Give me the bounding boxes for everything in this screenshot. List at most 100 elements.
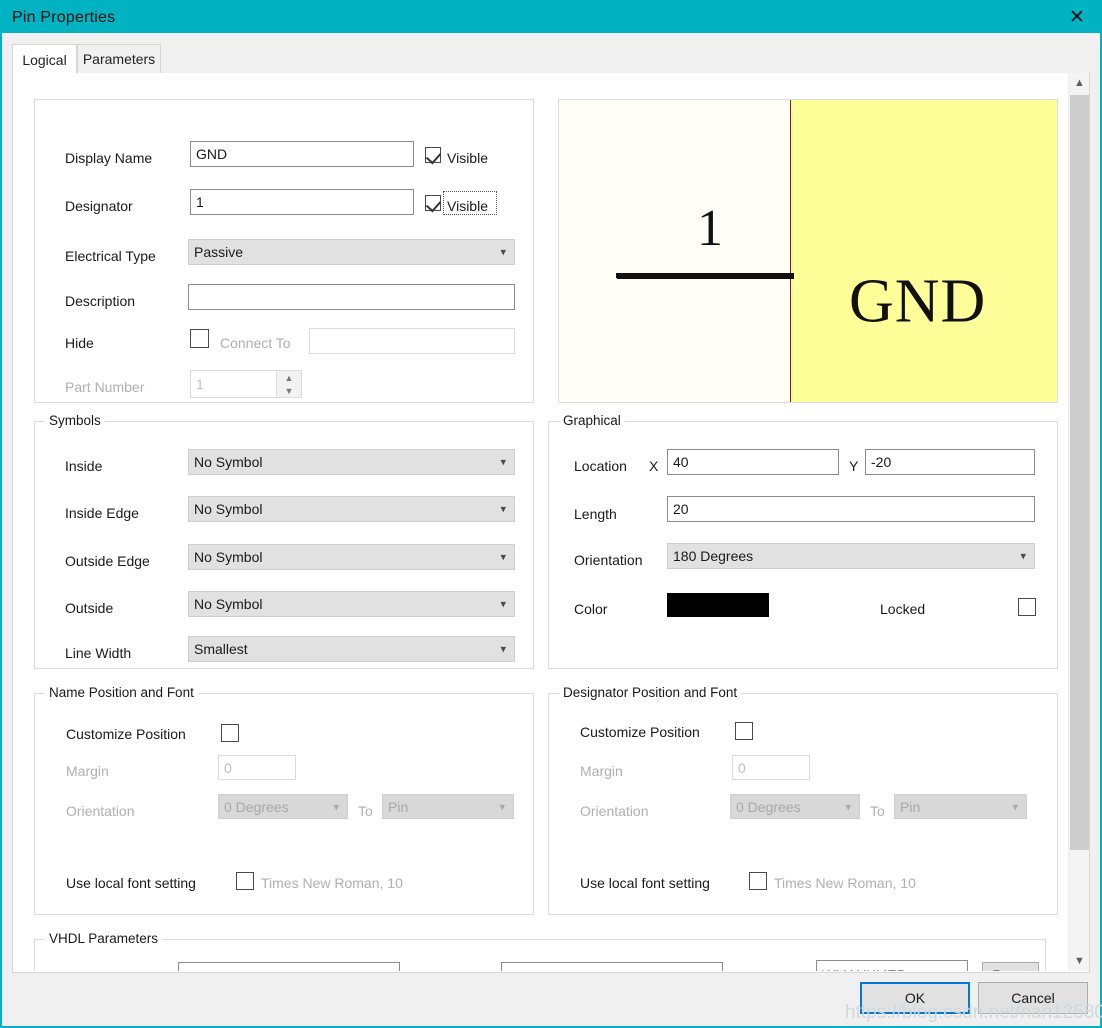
- name-margin-input[interactable]: 0: [218, 755, 296, 780]
- description-label: Description: [65, 293, 136, 309]
- length-label: Length: [574, 506, 617, 522]
- chevron-down-icon[interactable]: ▼: [1069, 951, 1089, 971]
- part-number-value: 1: [196, 376, 204, 392]
- designator-font-value: Times New Roman, 10: [774, 875, 916, 891]
- name-use-local-font-checkbox[interactable]: [236, 872, 254, 890]
- designator-customize-position-label: Customize Position: [580, 724, 700, 740]
- symbol-outside-edge-label: Outside Edge: [65, 553, 150, 569]
- tab-strip: Logical Parameters: [12, 44, 1090, 74]
- symbol-inside-edge-label: Inside Edge: [65, 505, 139, 521]
- symbol-inside-label: Inside: [65, 458, 103, 474]
- name-position-legend: Name Position and Font: [45, 685, 198, 700]
- symbol-outside-edge-value: No Symbol: [194, 549, 263, 565]
- line-width-combo[interactable]: Smallest ▾: [188, 636, 515, 662]
- name-to-combo[interactable]: Pin ▾: [382, 794, 514, 819]
- hide-label: Hide: [65, 335, 94, 351]
- orientation-combo[interactable]: 180 Degrees ▾: [667, 543, 1035, 569]
- chevron-down-icon: ▾: [499, 801, 505, 813]
- designator-to-label: To: [870, 803, 885, 819]
- name-to-value: Pin: [388, 798, 409, 815]
- designator-margin-label: Margin: [580, 763, 623, 779]
- designator-to-combo[interactable]: Pin ▾: [894, 794, 1027, 819]
- title-bar: Pin Properties ✕: [2, 2, 1100, 33]
- vhdl-formal-type-input[interactable]: [501, 962, 723, 971]
- designator-label: Designator: [65, 198, 133, 214]
- designator-visible-checkbox[interactable]: [425, 195, 441, 211]
- graphical-group-legend: Graphical: [559, 413, 625, 428]
- spin-up-icon[interactable]: ▲: [277, 371, 301, 384]
- symbol-outside-value: No Symbol: [194, 596, 263, 612]
- spin-down-icon[interactable]: ▼: [277, 384, 301, 397]
- tab-parameters-label: Parameters: [82, 51, 156, 67]
- designator-input[interactable]: 1: [190, 189, 414, 215]
- length-input[interactable]: 20: [667, 496, 1035, 522]
- location-y-input[interactable]: -20: [865, 449, 1035, 475]
- orientation-value: 180 Degrees: [673, 548, 754, 564]
- scrollbar-thumb[interactable]: [1070, 95, 1089, 850]
- part-number-spin-buttons[interactable]: ▲ ▼: [276, 371, 301, 397]
- designator-margin-input[interactable]: 0: [732, 755, 810, 780]
- description-input[interactable]: [188, 284, 515, 310]
- chevron-down-icon: ▾: [500, 246, 506, 259]
- connect-to-input[interactable]: [309, 328, 515, 354]
- chevron-down-icon: ▾: [500, 503, 506, 516]
- part-number-stepper[interactable]: 1 ▲ ▼: [190, 370, 302, 398]
- location-x-label: X: [649, 458, 659, 474]
- vhdl-parameters-group: VHDL Parameters Default Value Formal Typ…: [34, 931, 1046, 971]
- designator-position-legend: Designator Position and Font: [559, 685, 742, 700]
- symbols-group-legend: Symbols: [45, 413, 105, 428]
- symbol-outside-edge-combo[interactable]: No Symbol ▾: [188, 544, 515, 570]
- vhdl-formal-type-label: Formal Type: [409, 970, 487, 971]
- logical-fields-panel: Display Name GND Visible Designator 1 Vi…: [34, 99, 534, 403]
- designator-position-group: Designator Position and Font Customize P…: [548, 685, 1058, 915]
- symbol-inside-value: No Symbol: [194, 454, 263, 470]
- designator-use-local-font-checkbox[interactable]: [749, 872, 767, 890]
- designator-orientation-label: Orientation: [580, 803, 649, 819]
- symbol-inside-edge-combo[interactable]: No Symbol ▾: [188, 496, 515, 522]
- designator-customize-position-checkbox[interactable]: [735, 722, 753, 740]
- display-name-input[interactable]: GND: [190, 141, 414, 167]
- tab-content-logical: Display Name GND Visible Designator 1 Vi…: [12, 73, 1090, 973]
- chevron-up-icon[interactable]: ▲: [1069, 73, 1089, 93]
- electrical-type-value: Passive: [194, 244, 244, 260]
- location-label: Location: [574, 458, 627, 474]
- chevron-down-icon: ▾: [333, 801, 339, 813]
- preview-body-text: GND: [849, 267, 987, 336]
- locked-checkbox[interactable]: [1018, 598, 1036, 616]
- scroll-area: Display Name GND Visible Designator 1 Vi…: [13, 73, 1069, 971]
- pin-properties-dialog: Pin Properties ✕ Logical Parameters Disp…: [0, 0, 1102, 1028]
- designator-to-value: Pin: [900, 798, 921, 815]
- chevron-down-icon: ▾: [845, 801, 851, 813]
- tab-logical[interactable]: Logical: [12, 44, 77, 74]
- hide-checkbox[interactable]: [190, 329, 209, 348]
- vertical-scrollbar[interactable]: ▲ ▼: [1068, 73, 1089, 971]
- display-name-label: Display Name: [65, 150, 153, 166]
- location-x-input[interactable]: 40: [667, 449, 839, 475]
- designator-orientation-value: 0 Degrees: [736, 798, 801, 815]
- name-customize-position-checkbox[interactable]: [221, 724, 239, 742]
- close-icon[interactable]: ✕: [1054, 2, 1100, 33]
- name-orientation-combo[interactable]: 0 Degrees ▾: [218, 794, 348, 819]
- line-width-label: Line Width: [65, 645, 132, 661]
- designator-orientation-combo[interactable]: 0 Degrees ▾: [730, 794, 860, 819]
- designator-use-local-font-label: Use local font setting: [580, 875, 710, 891]
- display-name-visible-label: Visible: [447, 150, 488, 166]
- vhdl-default-value-input[interactable]: [178, 962, 400, 971]
- designator-visible-label: Visible: [447, 198, 488, 214]
- symbol-inside-combo[interactable]: No Symbol ▾: [188, 449, 515, 475]
- orientation-label: Orientation: [574, 552, 643, 568]
- vhdl-reset-label: Reset: [992, 967, 1029, 971]
- chevron-down-icon: ▾: [500, 598, 506, 611]
- name-font-value: Times New Roman, 10: [261, 875, 403, 891]
- color-swatch[interactable]: [667, 593, 769, 617]
- symbol-inside-edge-value: No Symbol: [194, 501, 263, 517]
- vhdl-reset-button[interactable]: Reset: [982, 962, 1039, 971]
- tab-parameters[interactable]: Parameters: [77, 44, 161, 73]
- symbol-outside-combo[interactable]: No Symbol ▾: [188, 591, 515, 617]
- electrical-type-combo[interactable]: Passive ▾: [188, 239, 515, 265]
- color-label: Color: [574, 601, 608, 617]
- chevron-down-icon: ▾: [500, 456, 506, 469]
- display-name-visible-checkbox[interactable]: [425, 147, 441, 163]
- vhdl-unique-id-input[interactable]: WMAUKMEP: [816, 960, 968, 971]
- preview-component-body: [790, 100, 1057, 402]
